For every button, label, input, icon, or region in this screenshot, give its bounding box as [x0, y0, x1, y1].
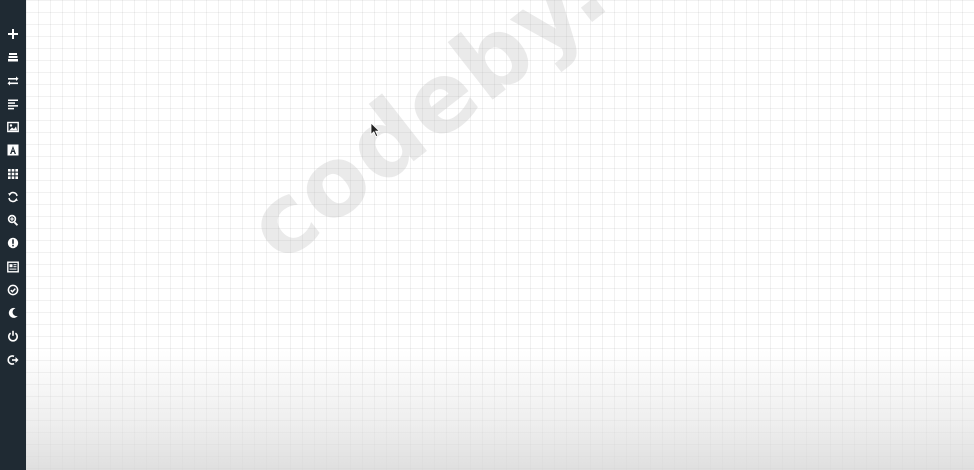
document-list-icon: [7, 261, 19, 273]
mouse-pointer-icon: [370, 122, 381, 138]
align-left-button[interactable]: [3, 94, 23, 114]
database-button[interactable]: [3, 47, 23, 67]
power-icon: [8, 331, 18, 342]
info-button[interactable]: [3, 233, 23, 253]
text-a-icon: [7, 144, 19, 156]
dark-mode-button[interactable]: [3, 303, 23, 323]
document-list-button[interactable]: [3, 257, 23, 277]
power-button[interactable]: [3, 326, 23, 346]
check-circle-icon: [7, 284, 19, 296]
info-icon: [7, 238, 19, 249]
grid-button[interactable]: [3, 164, 23, 184]
check-button[interactable]: [3, 280, 23, 300]
left-toolbar: [0, 0, 26, 470]
grid-canvas[interactable]: codeby.net: [26, 0, 974, 470]
add-button[interactable]: [3, 24, 23, 44]
app-window: codeby.net: [0, 0, 974, 470]
watermark-text: codeby.net: [226, 0, 772, 284]
align-left-icon: [8, 99, 18, 110]
image-button[interactable]: [3, 117, 23, 137]
image-icon: [7, 121, 19, 133]
text-button[interactable]: [3, 140, 23, 160]
refresh-icon: [8, 191, 18, 202]
moon-icon: [8, 307, 18, 318]
plus-icon: [8, 29, 18, 39]
zoom-button[interactable]: [3, 210, 23, 230]
bottom-shade: [26, 350, 974, 470]
swap-icon: [7, 76, 19, 85]
refresh-button[interactable]: [3, 187, 23, 207]
grid-icon: [8, 168, 18, 179]
zoom-search-icon: [7, 214, 19, 226]
logout-button[interactable]: [3, 350, 23, 370]
swap-button[interactable]: [3, 71, 23, 91]
logout-icon: [7, 354, 19, 365]
database-icon: [8, 53, 18, 62]
